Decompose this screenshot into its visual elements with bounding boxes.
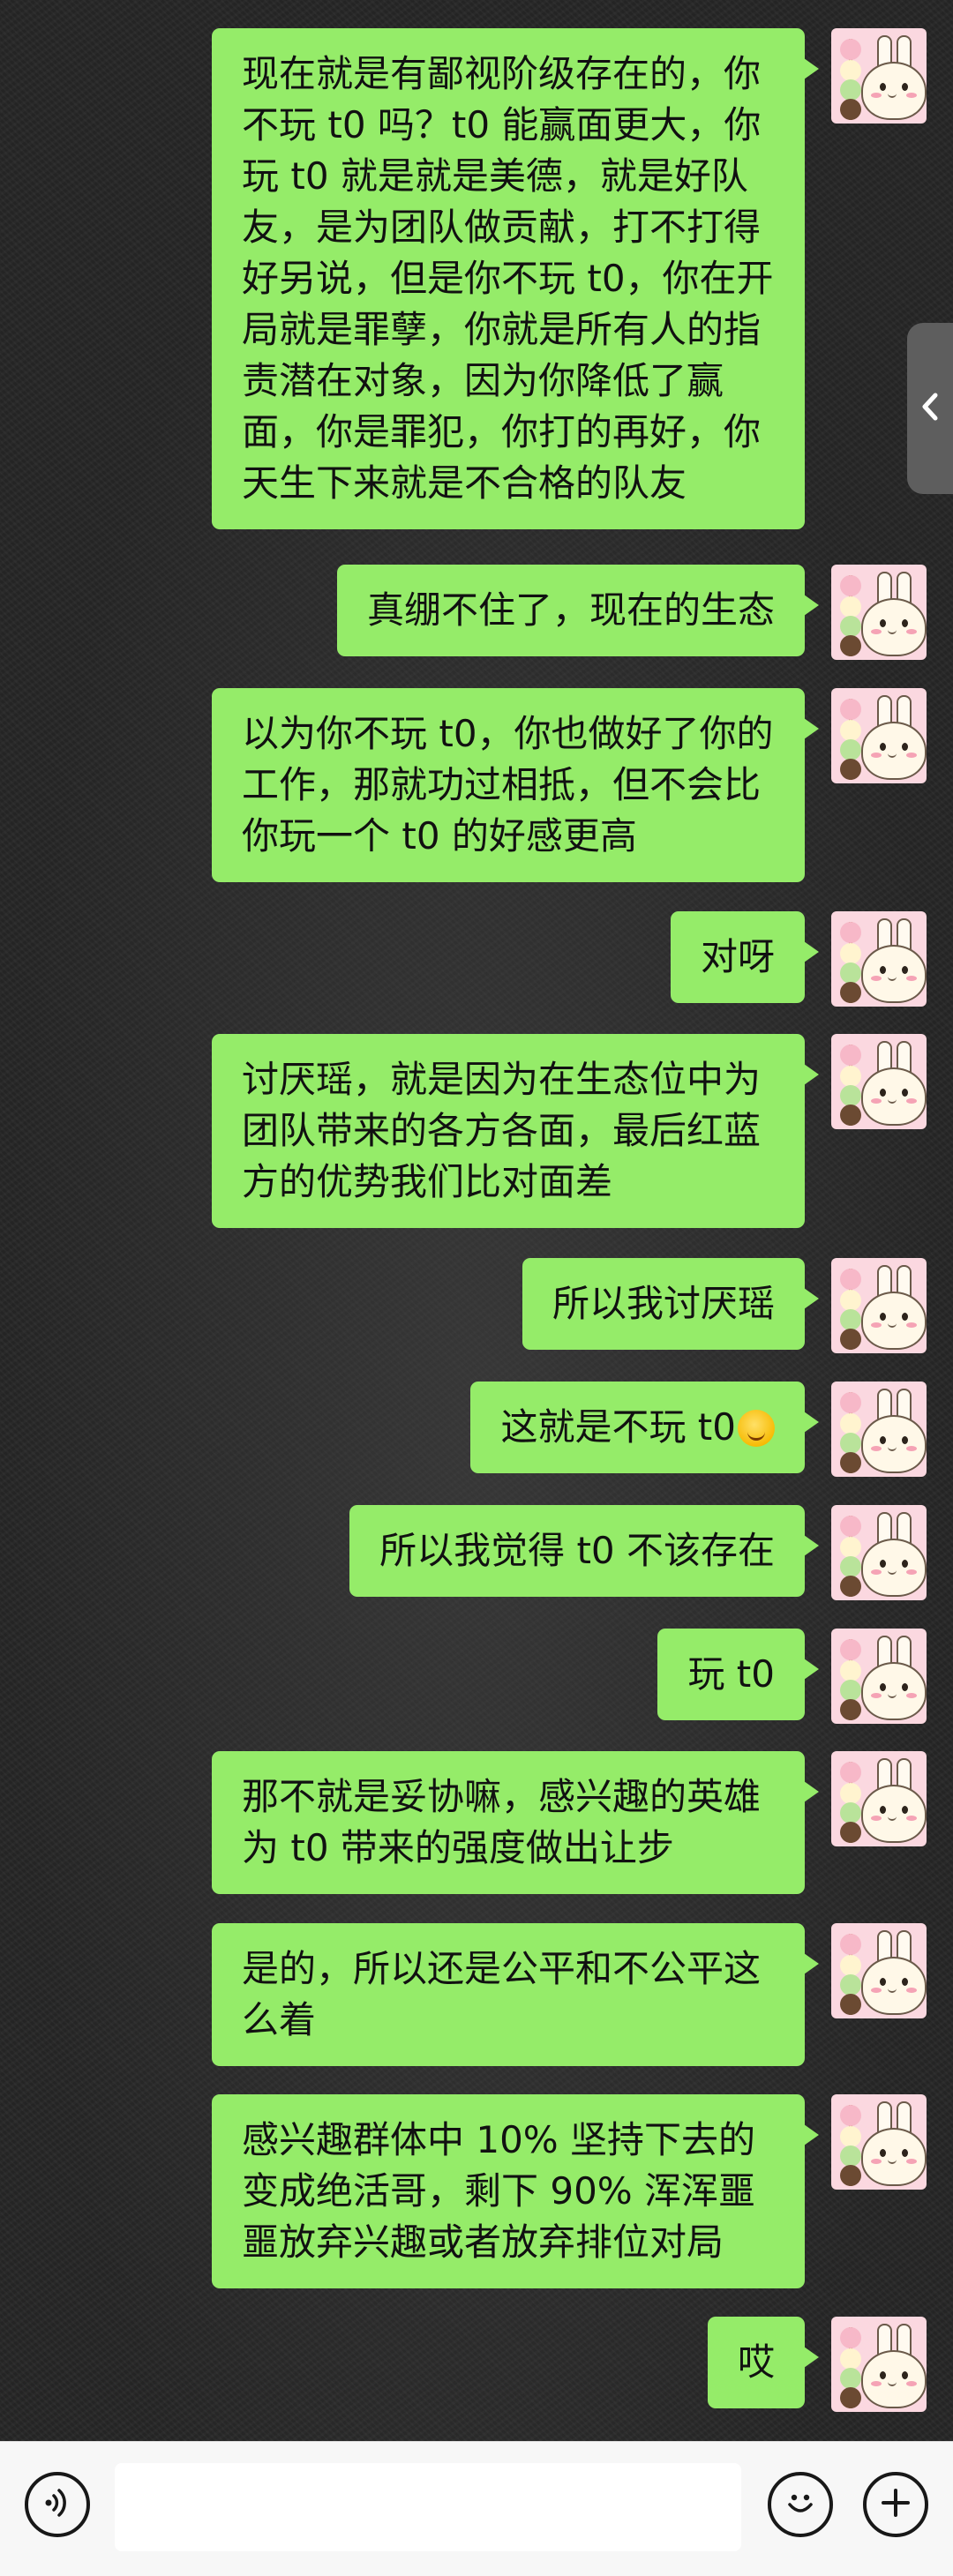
message-row: 玩 t0	[657, 1629, 927, 1724]
message-row: 哎	[707, 2317, 927, 2412]
more-button[interactable]	[863, 2472, 928, 2537]
message-text: 玩 t0	[687, 1652, 775, 1696]
avatar[interactable]	[831, 1034, 927, 1129]
avatar[interactable]	[831, 911, 927, 1007]
plus-icon	[878, 2485, 913, 2524]
message-text: 那不就是妥协嘛，感兴趣的英雄为 t0 带来的强度做出让步	[242, 1775, 762, 1869]
avatar[interactable]	[831, 1258, 927, 1353]
message-text: 对呀	[700, 935, 775, 978]
avatar[interactable]	[831, 565, 927, 660]
message-text: 所以我觉得 t0 不该存在	[379, 1529, 775, 1572]
message-bubble[interactable]: 以为你不玩 t0，你也做好了你的工作，那就功过相抵，但不会比你玩一个 t0 的好…	[212, 688, 819, 882]
message-bubble[interactable]: 所以我讨厌瑶	[522, 1258, 820, 1350]
message-text: 讨厌瑶，就是因为在生态位中为团队带来的各方各面，最后红蓝方的优势我们比对面差	[242, 1058, 762, 1203]
chevron-left-icon	[920, 392, 940, 425]
message-text: 感兴趣群体中 10% 坚持下去的变成绝活哥，剩下 90% 浑浑噩噩放弃兴趣或者放…	[242, 2118, 756, 2264]
message-bubble[interactable]: 哎	[707, 2317, 820, 2408]
message-text: 现在就是有鄙视阶级存在的，你不玩 t0 吗？t0 能赢面更大，你玩 t0 就是就…	[242, 52, 774, 505]
input-bar	[0, 2441, 953, 2576]
message-bubble[interactable]: 玩 t0	[657, 1629, 819, 1720]
avatar[interactable]	[831, 1629, 927, 1724]
avatar[interactable]	[831, 688, 927, 783]
message-text: 以为你不玩 t0，你也做好了你的工作，那就功过相抵，但不会比你玩一个 t0 的好…	[242, 712, 774, 857]
message-row: 讨厌瑶，就是因为在生态位中为团队带来的各方各面，最后红蓝方的优势我们比对面差	[212, 1034, 927, 1228]
message-bubble[interactable]: 讨厌瑶，就是因为在生态位中为团队带来的各方各面，最后红蓝方的优势我们比对面差	[212, 1034, 819, 1228]
message-bubble[interactable]: 现在就是有鄙视阶级存在的，你不玩 t0 吗？t0 能赢面更大，你玩 t0 就是就…	[212, 28, 819, 529]
message-bubble[interactable]: 所以我觉得 t0 不该存在	[349, 1505, 819, 1597]
message-text: 是的，所以还是公平和不公平这么着	[242, 1947, 762, 2041]
chat-area: 现在就是有鄙视阶级存在的，你不玩 t0 吗？t0 能赢面更大，你玩 t0 就是就…	[0, 0, 953, 2441]
message-row: 那不就是妥协嘛，感兴趣的英雄为 t0 带来的强度做出让步	[212, 1751, 927, 1894]
avatar[interactable]	[831, 2094, 927, 2190]
avatar[interactable]	[831, 1505, 927, 1600]
message-row: 现在就是有鄙视阶级存在的，你不玩 t0 吗？t0 能赢面更大，你玩 t0 就是就…	[212, 28, 927, 529]
yum-face-emoji	[738, 1410, 775, 1447]
message-row: 所以我觉得 t0 不该存在	[349, 1505, 927, 1600]
message-bubble[interactable]: 感兴趣群体中 10% 坚持下去的变成绝活哥，剩下 90% 浑浑噩噩放弃兴趣或者放…	[212, 2094, 819, 2288]
avatar[interactable]	[831, 1923, 927, 2018]
avatar[interactable]	[831, 28, 927, 124]
message-bubble[interactable]: 真绷不住了，现在的生态	[336, 565, 820, 656]
message-row: 是的，所以还是公平和不公平这么着	[212, 1923, 927, 2066]
avatar[interactable]	[831, 1382, 927, 1477]
voice-icon	[40, 2485, 75, 2524]
avatar[interactable]	[831, 2317, 927, 2412]
smiley-icon	[781, 2483, 820, 2526]
message-input[interactable]	[115, 2463, 741, 2551]
message-row: 这就是不玩 t0	[470, 1382, 927, 1477]
message-row: 感兴趣群体中 10% 坚持下去的变成绝活哥，剩下 90% 浑浑噩噩放弃兴趣或者放…	[212, 2094, 927, 2288]
message-text: 哎	[737, 2340, 775, 2384]
avatar[interactable]	[831, 1751, 927, 1846]
message-text: 所以我讨厌瑶	[552, 1282, 775, 1325]
emoji-button[interactable]	[768, 2472, 833, 2537]
message-text: 这就是不玩 t0	[500, 1405, 736, 1449]
message-row: 对呀	[670, 911, 927, 1007]
message-row: 所以我讨厌瑶	[522, 1258, 927, 1353]
message-row: 以为你不玩 t0，你也做好了你的工作，那就功过相抵，但不会比你玩一个 t0 的好…	[212, 688, 927, 882]
message-bubble[interactable]: 那不就是妥协嘛，感兴趣的英雄为 t0 带来的强度做出让步	[212, 1751, 819, 1894]
message-bubble[interactable]: 对呀	[670, 911, 820, 1003]
voice-button[interactable]	[25, 2472, 90, 2537]
message-text: 真绷不住了，现在的生态	[366, 588, 775, 632]
message-row: 真绷不住了，现在的生态	[336, 565, 927, 660]
side-drawer-handle[interactable]	[907, 323, 953, 494]
message-bubble[interactable]: 是的，所以还是公平和不公平这么着	[212, 1923, 819, 2066]
message-bubble[interactable]: 这就是不玩 t0	[470, 1382, 819, 1473]
